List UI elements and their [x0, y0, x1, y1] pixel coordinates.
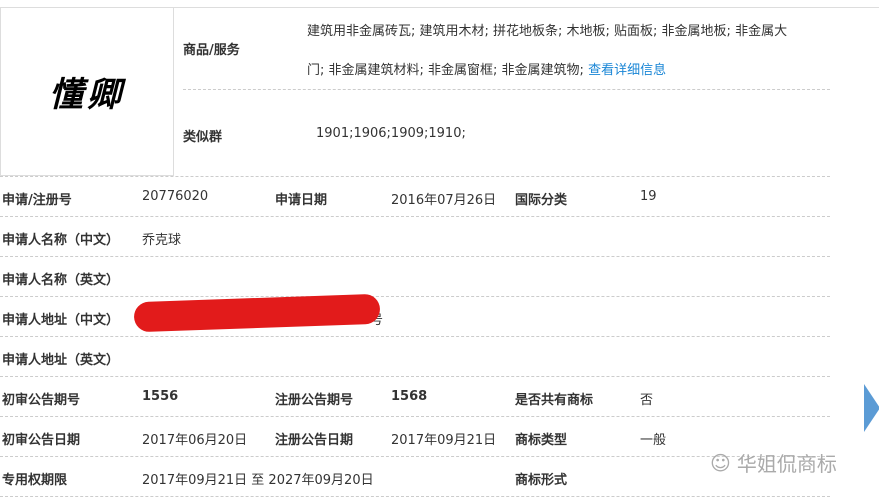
- type-label: 商标类型: [515, 433, 568, 448]
- redaction-mark: [133, 293, 381, 333]
- watermark: ☺ 华姐侃商标: [710, 448, 837, 477]
- similar-group-value: 1901;1906;1909;1910;: [316, 126, 466, 141]
- shared-value: 否: [640, 393, 654, 408]
- intl-class-label: 国际分类: [515, 193, 568, 208]
- address-cn-label: 申请人地址（中文）: [2, 313, 120, 328]
- divider: [0, 176, 830, 177]
- divider: [0, 336, 830, 337]
- app-no-label: 申请/注册号: [2, 193, 72, 208]
- trademark-logo: 懂卿: [49, 75, 125, 115]
- watermark-text: 华姐侃商标: [736, 452, 837, 476]
- app-no-value: 20776020: [142, 189, 209, 204]
- goods-line-2: 门; 非金属建筑材料; 非金属窗框; 非金属建筑物; 查看详细信息: [307, 59, 666, 78]
- prelim-date-value: 2017年06月20日: [142, 433, 248, 448]
- divider: [0, 416, 830, 417]
- next-chevron-icon[interactable]: [864, 384, 879, 432]
- divider: [0, 456, 830, 457]
- divider: [0, 256, 830, 257]
- intl-class-value: 19: [640, 189, 657, 204]
- form-label: 商标形式: [515, 473, 568, 488]
- divider: [0, 376, 830, 377]
- divider: [0, 216, 830, 217]
- term-value: 2017年09月21日 至 2027年09月20日: [142, 473, 374, 488]
- reg-date-value: 2017年09月21日: [391, 433, 497, 448]
- trademark-image: 懂卿: [0, 8, 174, 176]
- prelim-issue-value: 1556: [142, 389, 179, 404]
- prelim-date-label: 初审公告日期: [2, 433, 81, 448]
- view-details-link[interactable]: 查看详细信息: [588, 63, 666, 78]
- type-value: 一般: [640, 433, 667, 448]
- reg-date-label: 注册公告日期: [275, 433, 354, 448]
- divider: [183, 89, 830, 90]
- app-date-label: 申请日期: [275, 193, 328, 208]
- shared-label: 是否共有商标: [515, 393, 594, 408]
- reg-issue-label: 注册公告期号: [275, 393, 354, 408]
- goods-text: 门; 非金属建筑材料; 非金属窗框; 非金属建筑物;: [307, 63, 584, 78]
- applicant-cn-label: 申请人名称（中文）: [2, 233, 120, 248]
- applicant-en-label: 申请人名称（英文）: [2, 273, 120, 288]
- address-en-label: 申请人地址（英文）: [2, 353, 120, 368]
- goods-line-1: 建筑用非金属砖瓦; 建筑用木材; 拼花地板条; 木地板; 贴面板; 非金属地板;…: [307, 24, 788, 39]
- term-label: 专用权期限: [2, 473, 68, 488]
- divider: [0, 496, 830, 497]
- reg-issue-value: 1568: [391, 389, 428, 404]
- applicant-cn-value: 乔克球: [142, 233, 182, 248]
- prelim-issue-label: 初审公告期号: [2, 393, 81, 408]
- goods-label: 商品/服务: [183, 43, 240, 58]
- similar-group-label: 类似群: [183, 130, 223, 145]
- wechat-icon: ☺: [710, 450, 731, 475]
- divider: [0, 296, 830, 297]
- app-date-value: 2016年07月26日: [391, 193, 497, 208]
